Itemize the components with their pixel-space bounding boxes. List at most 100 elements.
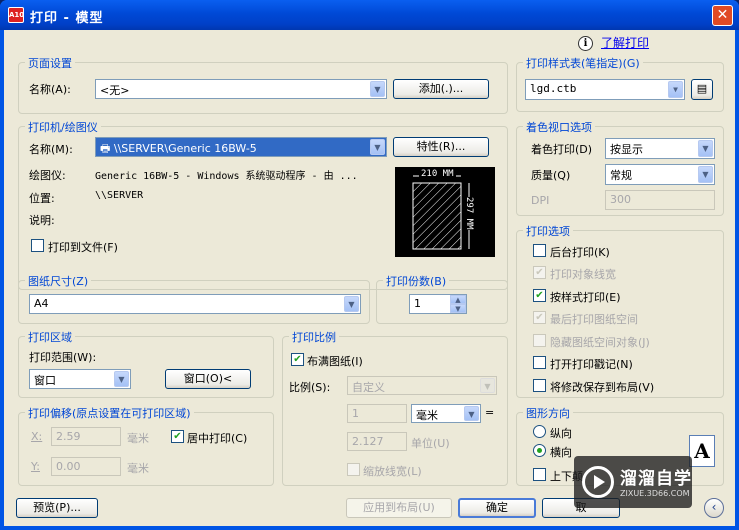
location-value: \\SERVER [95,190,144,201]
offset-y-unit: 毫米 [127,462,149,475]
portrait-radio[interactable] [533,425,546,438]
printer-title: 打印机/绘图仪 [25,119,101,135]
scale-value: 自定义 [352,381,385,394]
shade-plot-select[interactable]: 按显示 ▼ [605,138,715,159]
print-dialog: A10 打印 - 模型 ✕ i 了解打印 页面设置 名称(A): <无> ▼ 添… [0,0,739,530]
copies-group: 打印份数(B) 1 ▲ ▼ [376,273,508,324]
page-setup-name-value: <无> [100,84,130,97]
add-page-setup-button[interactable]: 添加(.)... [393,79,489,99]
copies-down-button[interactable]: ▼ [450,304,466,313]
page-setup-name-select[interactable]: <无> ▼ [95,79,387,99]
upside-down-checkbox[interactable] [533,468,546,481]
chevron-down-icon: ▼ [464,406,479,421]
scale-select[interactable]: 自定义 ▼ [347,376,497,395]
location-label: 位置: [29,192,55,205]
fit-to-paper-checkbox[interactable]: ✔ [291,353,304,366]
dpi-label: DPI [531,194,550,207]
plot-option-4-label: 隐藏图纸空间对象(J) [550,336,650,349]
chevron-down-icon: ▼ [114,371,129,387]
paper-size-value: A4 [34,297,49,310]
scale-label: 比例(S): [289,381,331,394]
paper-size-select[interactable]: A4 ▼ [29,294,361,314]
offset-x-label: X: [31,430,43,443]
print-area-group: 打印区域 打印范围(W): 窗口 ▼ 窗口(O)< [18,329,274,398]
ok-button[interactable]: 确定 [458,498,536,518]
shaded-viewport-group: 着色视口选项 着色打印(D) 按显示 ▼ 质量(Q) 常规 ▼ DPI 300 [516,119,724,216]
copies-value: 1 [414,297,421,310]
landscape-label: 横向 [550,446,572,459]
plot-option-6-label: 将修改保存到布局(V) [550,381,655,394]
collapse-options-button[interactable]: ‹ [704,498,724,518]
scale-unit-label: 单位(U) [411,437,450,450]
plot-options-title: 打印选项 [523,223,573,239]
edit-plot-style-button[interactable]: ▤ [691,79,713,100]
plot-style-select[interactable]: lgd.ctb ▼ [525,79,685,100]
dpi-input[interactable]: 300 [605,190,715,210]
chevron-down-icon: ▼ [668,81,683,98]
plot-option-0-checkbox[interactable] [533,244,546,257]
print-scale-title: 打印比例 [289,329,339,345]
plot-option-4-checkbox[interactable] [533,334,546,347]
plot-option-5-checkbox[interactable] [533,356,546,369]
printer-group: 打印机/绘图仪 名称(M): 🖶 \\SERVER\Generic 16BW-5… [18,119,508,290]
printer-name-value: \\SERVER\Generic 16BW-5 [113,142,257,155]
print-to-file-checkbox[interactable] [31,239,44,252]
description-label: 说明: [29,214,55,227]
printer-name-select[interactable]: 🖶 \\SERVER\Generic 16BW-5 ▼ [95,137,387,157]
preview-button[interactable]: 预览(P)... [16,498,98,518]
center-plot-checkbox[interactable]: ✔ [171,430,184,443]
print-area-title: 打印区域 [25,329,75,345]
scale-value2-input[interactable]: 2.127 [347,432,407,451]
plot-option-2-label: 按样式打印(E) [550,291,621,304]
plot-options-group: 打印选项 后台打印(K) ✔ 打印对象线宽 ✔ 按样式打印(E) ✔ 最后打印图… [516,223,724,398]
print-scale-group: 打印比例 ✔ 布满图纸(I) 比例(S): 自定义 ▼ 1 毫米 ▼ = 2.1… [282,329,508,486]
portrait-label: 纵向 [550,427,572,440]
paper-size-preview: 210 MM 297 MM [395,167,495,257]
scale-lineweights-checkbox[interactable] [347,463,360,476]
scale-equals: = [485,406,495,419]
paper-size-title: 图纸尺寸(Z) [25,273,92,289]
print-offset-group: 打印偏移(原点设置在可打印区域) X: 2.59 毫米 ✔ 居中打印(C) Y:… [18,405,274,486]
watermark-text: 溜溜自学 [620,469,692,489]
shade-plot-value: 按显示 [610,143,643,156]
close-button[interactable]: ✕ [712,5,733,26]
print-range-select[interactable]: 窗口 ▼ [29,369,131,389]
chevron-down-icon: ▼ [370,81,385,97]
title-bar[interactable]: A10 打印 - 模型 ✕ [0,0,739,30]
offset-x-unit: 毫米 [127,432,149,445]
plot-style-group: 打印样式表(笔指定)(G) lgd.ctb ▼ ▤ [516,55,724,112]
fit-to-paper-label: 布满图纸(I) [307,355,363,368]
offset-y-input[interactable]: 0.00 [51,457,121,476]
scale-value1-input[interactable]: 1 [347,404,407,423]
offset-y-label: Y: [31,460,40,473]
plot-option-3-label: 最后打印图纸空间 [550,313,638,326]
landscape-radio[interactable] [533,444,546,457]
chevron-down-icon: ▼ [698,140,713,157]
plotter-value: Generic 16BW-5 - Windows 系统驱动程序 - 由 ... [95,171,358,182]
print-range-label: 打印范围(W): [29,351,97,364]
quality-select[interactable]: 常规 ▼ [605,164,715,185]
center-plot-label: 居中打印(C) [187,432,248,445]
paper-height-label: 297 MM [464,197,474,230]
print-to-file-label: 打印到文件(F) [48,241,118,254]
scale-unit-select[interactable]: 毫米 ▼ [411,404,481,423]
print-offset-title: 打印偏移(原点设置在可打印区域) [25,405,194,421]
chevron-down-icon: ▼ [480,378,495,393]
plot-option-5-label: 打开打印戳记(N) [550,358,633,371]
watermark: 溜溜自学 ZIXUE.3D66.COM [574,456,692,508]
offset-x-input[interactable]: 2.59 [51,427,121,446]
paper-size-group: 图纸尺寸(Z) A4 ▼ [18,273,370,324]
printer-properties-button[interactable]: 特性(R)... [393,137,489,157]
info-icon: i [578,36,593,51]
plot-option-3-checkbox[interactable]: ✔ [533,311,546,324]
copies-up-button[interactable]: ▲ [450,295,466,304]
orientation-preview-icon: A [689,435,715,467]
plot-option-0-label: 后台打印(K) [550,246,610,259]
orientation-title: 图形方向 [523,405,573,421]
plot-option-1-checkbox[interactable]: ✔ [533,266,546,279]
plot-option-6-checkbox[interactable] [533,379,546,392]
learn-print-link[interactable]: 了解打印 [601,34,649,51]
plot-option-2-checkbox[interactable]: ✔ [533,289,546,302]
apply-to-layout-button[interactable]: 应用到布局(U) [346,498,452,518]
window-select-button[interactable]: 窗口(O)< [165,369,251,389]
